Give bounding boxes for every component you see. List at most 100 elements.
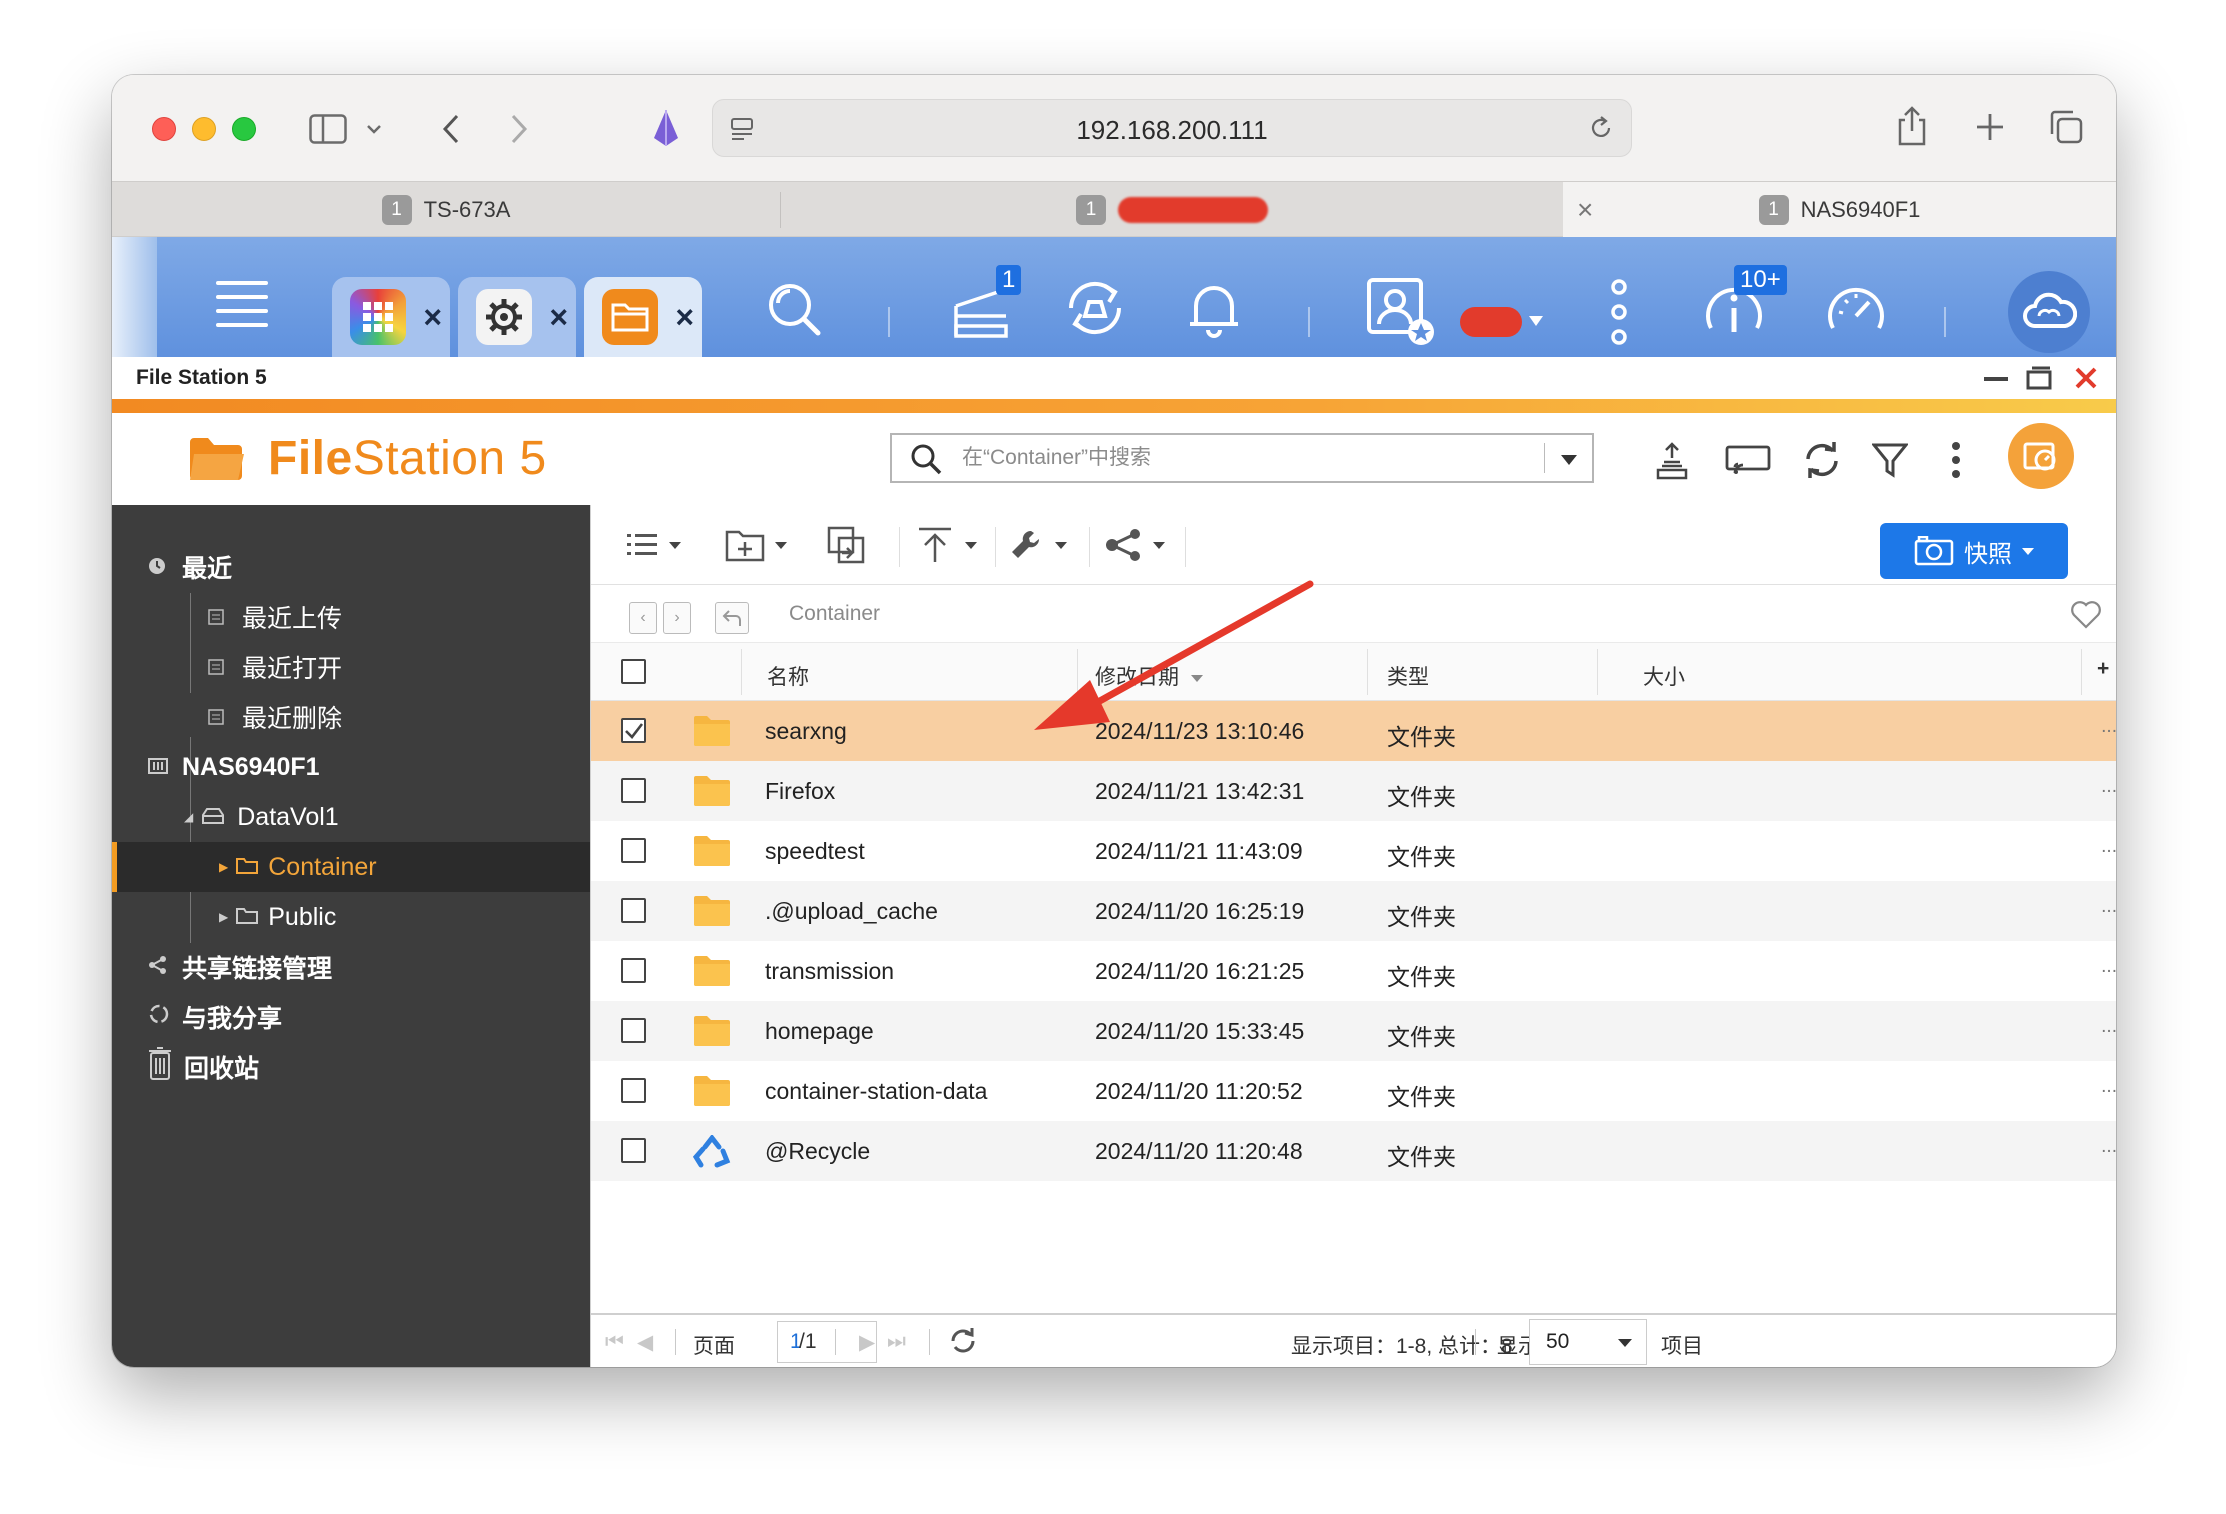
sidebar-item-shared-with-me[interactable]: 与我分享 bbox=[112, 992, 590, 1042]
file-name[interactable]: @Recycle bbox=[765, 1138, 870, 1165]
sidebar-item-nas[interactable]: NAS6940F1 bbox=[112, 742, 590, 792]
expand-arrow-icon[interactable]: ◢ bbox=[184, 810, 193, 824]
search-box[interactable] bbox=[890, 433, 1594, 483]
copy-move-button[interactable] bbox=[827, 525, 867, 565]
table-row[interactable]: speedtest 2024/11/21 11:43:09 文件夹... bbox=[591, 821, 2116, 881]
caret-down-icon[interactable] bbox=[1526, 311, 1546, 331]
items-per-page-select[interactable]: 50 bbox=[1529, 1319, 1647, 1365]
table-row[interactable]: homepage 2024/11/20 15:33:45 文件夹... bbox=[591, 1001, 2116, 1061]
resource-monitor-icon[interactable] bbox=[1824, 281, 1888, 343]
app-tile-settings[interactable]: × bbox=[458, 277, 576, 357]
row-more-icon[interactable]: ... bbox=[2101, 1076, 2116, 1098]
row-checkbox[interactable] bbox=[621, 1018, 646, 1043]
new-tab-icon[interactable] bbox=[1972, 109, 2008, 145]
file-name[interactable]: .@upload_cache bbox=[765, 898, 938, 925]
filter-icon[interactable] bbox=[1864, 437, 1916, 483]
row-more-icon[interactable]: ... bbox=[2101, 776, 2116, 798]
tab-nas6940f1[interactable]: × 1 NAS6940F1 bbox=[1563, 182, 2116, 237]
sidebar-toggle-icon[interactable] bbox=[308, 111, 348, 147]
view-mode-button[interactable] bbox=[627, 525, 681, 565]
footer-refresh-icon[interactable] bbox=[949, 1327, 977, 1361]
search-options-caret-icon[interactable] bbox=[1560, 453, 1578, 471]
sidebar-item-recycle-bin[interactable]: 回收站 bbox=[112, 1042, 590, 1092]
column-header-size[interactable]: 大小 bbox=[1643, 661, 1685, 691]
row-checkbox[interactable] bbox=[621, 898, 646, 923]
collapse-arrow-icon[interactable]: ▶ bbox=[219, 910, 228, 924]
search-icon[interactable] bbox=[762, 277, 826, 341]
row-checkbox[interactable] bbox=[621, 958, 646, 983]
sidebar-item-share-links[interactable]: 共享链接管理 bbox=[112, 942, 590, 992]
notification-bell-icon[interactable] bbox=[1184, 277, 1244, 339]
file-name[interactable]: homepage bbox=[765, 1018, 874, 1045]
more-options-icon[interactable] bbox=[1604, 277, 1634, 347]
new-folder-button[interactable] bbox=[725, 525, 787, 565]
app-close-icon[interactable]: × bbox=[549, 299, 568, 336]
column-header-modified[interactable]: 修改日期 bbox=[1095, 661, 1203, 691]
row-more-icon[interactable]: ... bbox=[2101, 836, 2116, 858]
row-checkbox[interactable] bbox=[621, 778, 646, 803]
app-tile-launcher[interactable]: × bbox=[332, 277, 450, 357]
sidebar-item-public[interactable]: ▶ Public bbox=[112, 892, 590, 942]
refresh-icon[interactable] bbox=[1796, 437, 1848, 483]
address-bar[interactable]: 192.168.200.111 bbox=[712, 99, 1632, 157]
column-header-name[interactable]: 名称 bbox=[767, 661, 809, 691]
forward-icon[interactable] bbox=[504, 111, 534, 147]
more-vertical-icon[interactable] bbox=[1930, 437, 1982, 483]
zoom-window-button[interactable] bbox=[232, 117, 256, 141]
maximize-icon[interactable] bbox=[2026, 366, 2052, 390]
row-more-icon[interactable]: ... bbox=[2101, 956, 2116, 978]
next-page-icon[interactable]: ▶ bbox=[859, 1330, 875, 1355]
row-checkbox[interactable] bbox=[621, 1138, 646, 1163]
row-more-icon[interactable]: ... bbox=[2101, 1016, 2116, 1038]
column-header-type[interactable]: 类型 bbox=[1387, 661, 1429, 691]
row-more-icon[interactable]: ... bbox=[2101, 716, 2116, 738]
table-row[interactable]: .@upload_cache 2024/11/20 16:25:19 文件夹... bbox=[591, 881, 2116, 941]
cloud-icon[interactable] bbox=[2008, 271, 2090, 353]
file-name[interactable]: container-station-data bbox=[765, 1078, 987, 1105]
menu-icon[interactable] bbox=[212, 275, 272, 331]
back-icon[interactable] bbox=[436, 111, 466, 147]
table-row[interactable]: transmission 2024/11/20 16:21:25 文件夹... bbox=[591, 941, 2116, 1001]
close-window-button[interactable] bbox=[152, 117, 176, 141]
collapse-arrow-icon[interactable]: ▶ bbox=[219, 860, 228, 874]
row-checkbox[interactable] bbox=[621, 1078, 646, 1103]
search-input[interactable] bbox=[962, 441, 1482, 475]
table-row[interactable]: searxng 2024/11/23 13:10:46 文件夹... bbox=[591, 701, 2116, 761]
minimize-window-button[interactable] bbox=[192, 117, 216, 141]
prev-page-icon[interactable]: ◀ bbox=[637, 1330, 653, 1355]
select-all-checkbox[interactable] bbox=[621, 659, 646, 684]
tab-ts-673a[interactable]: 1 TS-673A bbox=[112, 182, 780, 237]
snapshot-button[interactable]: 快照 bbox=[1880, 523, 2068, 579]
share-icon[interactable] bbox=[1892, 103, 1932, 149]
file-name[interactable]: searxng bbox=[765, 718, 847, 745]
last-page-icon[interactable]: ⏭ bbox=[887, 1330, 906, 1354]
app-tile-filestation[interactable]: × bbox=[584, 277, 702, 357]
row-more-icon[interactable]: ... bbox=[2101, 896, 2116, 918]
row-checkbox[interactable] bbox=[621, 838, 646, 863]
tab-overview-icon[interactable] bbox=[2046, 107, 2086, 147]
add-column-icon[interactable]: + bbox=[2097, 657, 2109, 681]
breadcrumb-path[interactable]: Container bbox=[789, 602, 880, 626]
row-checkbox[interactable] bbox=[621, 718, 646, 743]
back-nav-icon[interactable]: ‹ bbox=[629, 602, 657, 634]
sidebar-item-container[interactable]: ▶ Container bbox=[112, 842, 590, 892]
chevron-down-icon[interactable] bbox=[362, 117, 386, 141]
background-task-status-icon[interactable] bbox=[2008, 423, 2074, 489]
parent-folder-icon[interactable] bbox=[715, 602, 749, 634]
reload-icon[interactable] bbox=[1585, 112, 1617, 144]
app-close-icon[interactable]: × bbox=[675, 299, 694, 336]
tab-redacted[interactable]: 1 bbox=[781, 182, 1563, 237]
sidebar-item-recent[interactable]: 最近 bbox=[112, 542, 590, 592]
file-name[interactable]: transmission bbox=[765, 958, 894, 985]
search-icon[interactable] bbox=[910, 443, 942, 475]
table-row[interactable]: Firefox 2024/11/21 13:42:31 文件夹... bbox=[591, 761, 2116, 821]
sidebar-item-recent-upload[interactable]: 最近上传 bbox=[112, 592, 590, 642]
sidebar-item-datavol1[interactable]: ◢ DataVol1 bbox=[112, 792, 590, 842]
file-name[interactable]: speedtest bbox=[765, 838, 865, 865]
tools-button[interactable] bbox=[1009, 525, 1067, 565]
favorite-heart-icon[interactable] bbox=[2071, 601, 2101, 634]
table-row[interactable]: container-station-data 2024/11/20 11:20:5… bbox=[591, 1061, 2116, 1121]
sidebar-item-recent-open[interactable]: 最近打开 bbox=[112, 642, 590, 692]
first-page-icon[interactable]: ⏮ bbox=[605, 1330, 624, 1354]
remote-mount-icon[interactable] bbox=[1646, 437, 1698, 483]
